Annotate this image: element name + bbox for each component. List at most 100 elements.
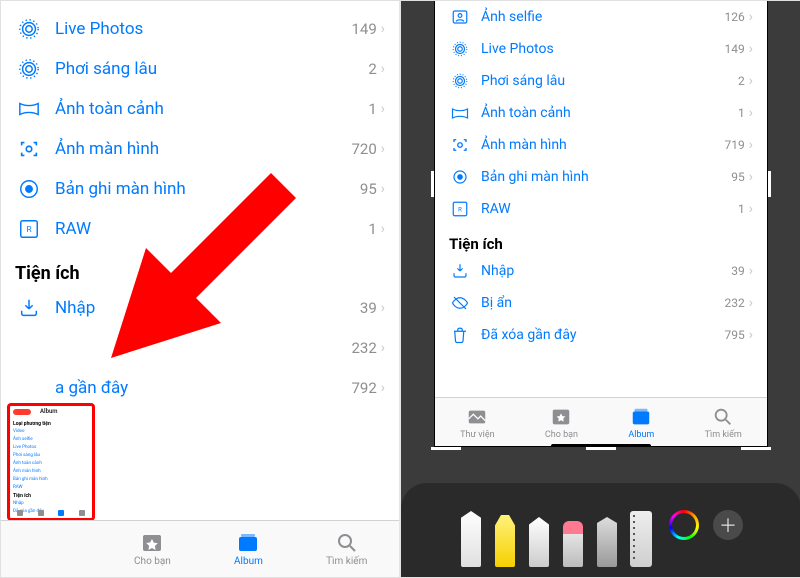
row-label: RAW [481,201,738,217]
crop-handle-right[interactable] [768,171,771,197]
row-imports[interactable]: Nhập 39 › [1,288,399,328]
tab-search[interactable]: Tìm kiếm [326,531,367,567]
add-button[interactable]: ＋ [713,510,743,540]
r-row-selfies[interactable]: Ảnh selfie 126› [435,1,767,33]
chevron-right-icon: › [381,21,385,37]
tab-albums[interactable]: Album [234,531,263,567]
tab-for-you[interactable]: Cho bạn [134,531,171,567]
panel-markup-editor: Ảnh selfie 126› Live Photos 149› Phơi sá… [401,1,800,577]
chevron-right-icon: › [381,340,385,356]
row-count: 795 [725,328,745,342]
row-hidden[interactable]: 232 › [1,328,399,368]
chevron-right-icon: › [749,169,753,185]
row-screenshots[interactable]: Ảnh màn hình 720 › [1,129,399,169]
import-icon [15,294,43,322]
row-count: 1 [368,100,376,118]
row-count: 2 [368,60,376,78]
r-tab-albums[interactable]: Album [628,405,654,440]
r-row-screenshots[interactable]: Ảnh màn hình 719 › [435,129,767,161]
row-count: 719 [725,138,745,152]
crop-handle-bottom[interactable] [586,447,616,450]
section-utilities-header: Tiện ích [1,249,399,288]
screenshot-thumbnail[interactable]: Album Loại phương tiện VideoẢnh selfieLi… [7,403,95,521]
row-label: Ảnh toàn cảnh [55,99,368,119]
thumb-content: Loại phương tiện VideoẢnh selfieLive Pho… [13,420,89,516]
screenshot-icon [449,134,471,156]
chevron-right-icon: › [749,105,753,121]
live-photos-icon [15,15,43,43]
chevron-right-icon: › [749,137,753,153]
crop-handle-bottom-right[interactable] [741,447,771,450]
tool-lasso[interactable] [595,503,619,567]
r-row-imports[interactable]: Nhập 39 › [435,255,767,287]
row-label: Nhập [481,263,731,279]
row-count: 232 [725,296,745,310]
row-label: Bị ẩn [481,295,725,311]
row-count: 720 [351,140,376,158]
tool-eraser[interactable] [561,503,585,567]
color-picker-button[interactable] [669,510,699,540]
r-row-long-exposure[interactable]: Phơi sáng lâu 2› [435,65,767,97]
r-row-screen-recordings[interactable]: Bản ghi màn hình 95› [435,161,767,193]
r-row-panoramas[interactable]: Ảnh toàn cảnh 1› [435,97,767,129]
r-tab-library[interactable]: Thư viện [460,405,494,440]
row-count: 126 [725,10,745,24]
chevron-right-icon: › [749,201,753,217]
svg-text:R: R [458,206,462,213]
row-label: Đã xóa gần đây [481,327,725,343]
row-count: 95 [731,170,745,184]
row-panoramas[interactable]: Ảnh toàn cảnh 1 › [1,89,399,129]
crop-handle-left[interactable] [431,171,434,197]
tab-label: Cho bạn [134,556,171,567]
row-count: 149 [725,42,745,56]
row-raw[interactable]: R RAW 1 › [1,209,399,249]
screen-recording-icon [449,166,471,188]
r-row-hidden[interactable]: Bị ẩn 232› [435,287,767,319]
screenshot-canvas[interactable]: Ảnh selfie 126› Live Photos 149› Phơi sá… [435,1,767,446]
tab-label: Tìm kiếm [326,556,367,567]
row-long-exposure[interactable]: Phơi sáng lâu 2 › [1,49,399,89]
crop-handle-bottom-left[interactable] [431,447,461,450]
row-count: 2 [738,74,745,88]
for-you-icon [549,405,573,429]
tool-ruler[interactable] [629,503,653,567]
row-count: 39 [731,264,745,278]
row-recently-deleted[interactable]: a gần đây 792 › [1,368,399,408]
row-count: 1 [368,220,376,238]
r-tab-search[interactable]: Tìm kiếm [705,405,742,440]
r-row-recently-deleted[interactable]: Đã xóa gần đây 795› [435,319,767,351]
r-row-raw[interactable]: R RAW 1› [435,193,767,225]
panorama-icon [449,102,471,124]
chevron-right-icon: › [749,263,753,279]
live-photos-icon [449,38,471,60]
chevron-right-icon: › [749,41,753,57]
row-count: 232 [351,339,376,357]
thumb-title: Album [40,408,58,415]
panel-albums: Live Photos 149 › Phơi sáng lâu 2 › Ảnh … [1,1,401,577]
search-icon [335,531,359,555]
row-label: Ảnh selfie [481,9,725,25]
tool-highlighter[interactable] [493,503,517,567]
markup-tool-tray: ＋ [401,483,800,577]
selfie-icon [449,6,471,28]
hidden-icon [449,292,471,314]
tab-label: Album [234,556,263,567]
for-you-icon [140,531,164,555]
raw-icon: R [449,198,471,220]
row-live-photos[interactable]: Live Photos 149 › [1,9,399,49]
screen-recording-icon [15,175,43,203]
long-exposure-icon [449,70,471,92]
row-screen-recordings[interactable]: Bản ghi màn hình 95 › [1,169,399,209]
r-row-live-photos[interactable]: Live Photos 149› [435,33,767,65]
row-label: Live Photos [55,19,351,39]
row-label: Phơi sáng lâu [481,73,738,89]
r-tab-bar: Thư viện Cho bạn Album Tìm kiếm [435,397,767,446]
screenshot-frame: Live Photos 149 › Phơi sáng lâu 2 › Ảnh … [0,0,800,578]
tool-pen[interactable] [459,503,483,567]
tab-label: Cho bạn [545,430,578,440]
tab-label: Album [628,430,654,440]
r-tab-for-you[interactable]: Cho bạn [545,405,578,440]
tab-label: Tìm kiếm [705,430,742,440]
tool-pencil[interactable] [527,503,551,567]
row-label: Ảnh màn hình [481,137,725,153]
